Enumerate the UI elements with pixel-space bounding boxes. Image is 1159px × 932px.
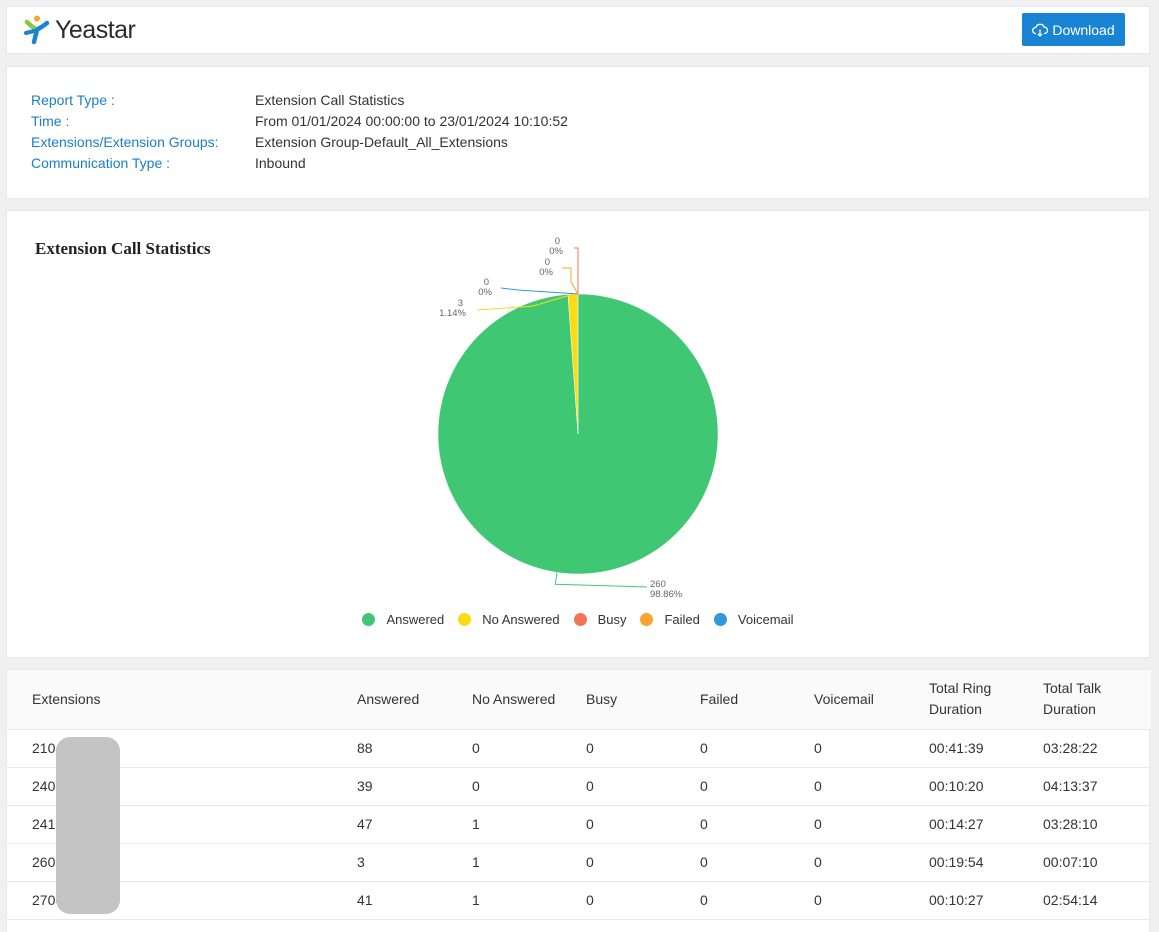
- info-value: Extension Call Statistics: [255, 92, 405, 108]
- col-header-busy[interactable]: Busy: [586, 670, 700, 730]
- pie-label-percent: 98.86%: [650, 589, 683, 600]
- legend-item[interactable]: Answered: [362, 612, 444, 627]
- redacted-extension-names: [56, 737, 120, 914]
- table-cell: 0: [814, 843, 929, 882]
- cloud-download-icon: [1032, 23, 1049, 37]
- pie-label-line: [562, 267, 579, 295]
- legend-label: No Answered: [482, 612, 560, 627]
- table-cell: 00:14:27: [929, 805, 1043, 844]
- table-cell: 0: [586, 767, 700, 806]
- table-cell: 03:28:10: [1043, 805, 1151, 844]
- table-row: 240 39 0 0 0 0 00:10:20 04:13:37: [7, 767, 1151, 806]
- legend-dot: [458, 613, 472, 626]
- info-label: Report Type :: [31, 92, 115, 108]
- logo-text: Yeastar: [55, 15, 136, 44]
- table-row: 241 47 1 0 0 0 00:14:27 03:28:10: [7, 805, 1151, 844]
- pie-label-percent: 1.14%: [439, 308, 466, 319]
- info-label: Communication Type :: [31, 155, 171, 171]
- legend-label: Voicemail: [737, 612, 794, 627]
- table-cell: 0: [472, 729, 586, 768]
- top-bar: Yeastar Download: [6, 6, 1150, 54]
- table-cell: 47: [357, 805, 472, 844]
- legend-item[interactable]: Busy: [573, 612, 627, 627]
- pie-chart: 26098.86%31.14%00%00%00%: [437, 236, 719, 600]
- pie-label-line: [574, 247, 579, 294]
- info-value: Extension Group-Default_All_Extensions: [255, 134, 508, 150]
- table-cell: 1: [472, 881, 586, 920]
- chart-panel: Extension Call Statistics 260 98.86% 3 1.14…: [6, 210, 1150, 658]
- table-cell: 00:07:10: [1043, 843, 1151, 882]
- legend-item[interactable]: No Answered: [458, 612, 560, 627]
- table-cell: 02:54:14: [1043, 881, 1151, 920]
- table-cell: 00:10:27: [929, 881, 1043, 920]
- table-cell: 0: [700, 729, 814, 768]
- table-row: 260 3 1 0 0 0 00:19:54 00:07:10: [7, 843, 1151, 882]
- download-button[interactable]: Download: [1022, 13, 1125, 46]
- table-cell: 0: [700, 881, 814, 920]
- download-button-label: Download: [1052, 21, 1115, 38]
- col-header-extensions[interactable]: Extensions: [7, 670, 357, 730]
- table-cell: 04:13:37: [1043, 767, 1151, 806]
- table-row: 270- 41 1 0 0 0 00:10:27 02:54:14: [7, 881, 1151, 920]
- table-cell: 0: [700, 843, 814, 882]
- col-header-voicemail[interactable]: Voicemail: [814, 670, 929, 730]
- col-header-total-talk-duration[interactable]: Total Talk Duration: [1043, 670, 1151, 730]
- table-cell: 0: [700, 805, 814, 844]
- table-cell: 0: [586, 843, 700, 882]
- report-info-panel: Report Type : Extension Call Statistics …: [6, 66, 1150, 199]
- table-cell: 41: [357, 881, 472, 920]
- table-cell: 00:19:54: [929, 843, 1043, 882]
- info-value: Inbound: [255, 155, 306, 171]
- yeastar-logo: Yeastar: [23, 15, 136, 45]
- pie-label-percent: 0%: [539, 267, 553, 278]
- extension-stats-table-panel: Extensions Answered No Answered Busy Fai…: [6, 669, 1151, 932]
- pie-label-line: [554, 572, 648, 588]
- table-cell: 00:41:39: [929, 729, 1043, 768]
- col-header-total-ring-duration[interactable]: Total Ring Duration: [929, 670, 1043, 730]
- pie-label-line: [500, 287, 579, 295]
- legend-item[interactable]: Voicemail: [713, 612, 794, 627]
- table-cell: 0: [814, 767, 929, 806]
- table-cell: 1: [472, 843, 586, 882]
- table-cell: 0: [814, 881, 929, 920]
- table-cell: 3: [357, 843, 472, 882]
- legend-dot: [713, 613, 727, 626]
- table-cell: 0: [586, 805, 700, 844]
- legend-dot: [573, 613, 587, 626]
- legend-label: Busy: [597, 612, 627, 627]
- legend-item[interactable]: Failed: [640, 612, 700, 627]
- table-cell: 0: [814, 729, 929, 768]
- col-header-failed[interactable]: Failed: [700, 670, 814, 730]
- info-value: From 01/01/2024 00:00:00 to 23/01/2024 1…: [255, 113, 568, 129]
- table-cell: 0: [814, 805, 929, 844]
- table-cell: 0: [700, 767, 814, 806]
- table-row: 210- 88 0 0 0 0 00:41:39 03:28:22: [7, 729, 1151, 768]
- table-cell: 00:10:20: [929, 767, 1043, 806]
- legend-dot: [640, 613, 654, 626]
- info-label: Time :: [31, 113, 70, 129]
- table-cell: 0: [472, 767, 586, 806]
- table-header-row: Extensions Answered No Answered Busy Fai…: [7, 670, 1151, 730]
- yeastar-logo-icon: [24, 15, 50, 45]
- legend-dot: [362, 613, 376, 626]
- table-cell: 39: [357, 767, 472, 806]
- table-cell: 88: [357, 729, 472, 768]
- legend-label: Answered: [386, 612, 445, 627]
- col-header-answered[interactable]: Answered: [357, 670, 472, 730]
- pie-label-percent: 0%: [478, 287, 492, 298]
- pie-label-percent: 0%: [549, 246, 563, 257]
- col-header-no-answered[interactable]: No Answered: [472, 670, 586, 730]
- table-cell: 03:28:22: [1043, 729, 1151, 768]
- table-cell: 0: [586, 881, 700, 920]
- chart-legend: Answered No Answered Busy Failed Voicemail: [7, 612, 1149, 627]
- extension-stats-table: Extensions Answered No Answered Busy Fai…: [7, 670, 1151, 920]
- info-label: Extensions/Extension Groups:: [31, 134, 219, 150]
- table-cell: 1: [472, 805, 586, 844]
- legend-label: Failed: [664, 612, 700, 627]
- table-cell: 0: [586, 729, 700, 768]
